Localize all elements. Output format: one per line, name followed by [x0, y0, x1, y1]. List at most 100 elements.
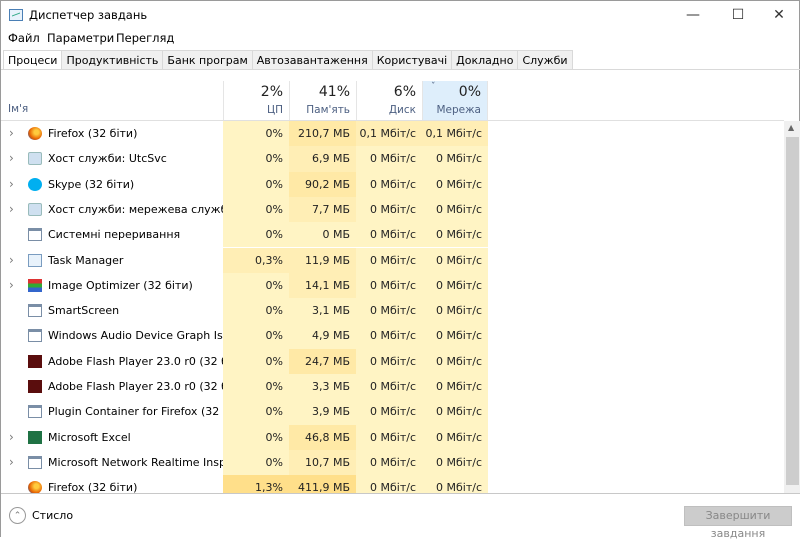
flash-icon: [28, 354, 42, 368]
process-mem: 411,9 МБ: [289, 475, 356, 493]
process-disk: 0 Мбіт/с: [356, 449, 422, 476]
scroll-up-icon[interactable]: ▲: [788, 123, 794, 132]
expand-chevron-icon[interactable]: ›: [9, 197, 14, 221]
process-row[interactable]: SmartScreen 0% 3,1 МБ 0 Мбіт/с 0 Мбіт/с: [1, 298, 784, 324]
process-name: Хост служби: UtcSvc: [48, 152, 167, 166]
scrollbar-thumb[interactable]: [786, 137, 799, 485]
process-row[interactable]: Adobe Flash Player 23.0 r0 (32 біти) 0% 24…: [1, 348, 784, 374]
column-memory[interactable]: 41% Пам'ять: [289, 81, 356, 120]
cpu-total: 2%: [260, 84, 283, 100]
process-name: Системні переривання: [48, 228, 181, 242]
minimize-button[interactable]: —: [673, 1, 713, 29]
expand-chevron-icon[interactable]: ›: [9, 273, 14, 297]
window-title: Диспетчер завдань: [29, 8, 148, 22]
memory-label: Пам'ять: [306, 104, 350, 116]
process-row[interactable]: Windows Audio Device Graph Isol... 0% 4,9 …: [1, 323, 784, 349]
process-cpu: 0%: [223, 374, 289, 400]
tab-app-history[interactable]: Банк програм: [163, 50, 253, 70]
process-mem: 210,7 МБ: [289, 121, 356, 147]
process-row[interactable]: › Image Optimizer (32 біти) 0% 14,1 МБ 0 Мбі…: [1, 272, 784, 299]
tab-startup[interactable]: Автозавантаження: [252, 50, 373, 70]
tab-processes[interactable]: Процеси: [3, 50, 63, 70]
process-cpu: 0%: [223, 348, 289, 374]
process-cpu: 1,3%: [223, 475, 289, 493]
process-name: Firefox (32 біти): [48, 481, 138, 493]
expand-chevron-icon[interactable]: ›: [9, 121, 14, 145]
process-mem: 3,1 МБ: [289, 298, 356, 324]
tab-users[interactable]: Користувачі: [372, 50, 453, 70]
process-name: Skype (32 біти): [48, 177, 135, 191]
memory-total: 41%: [318, 84, 350, 100]
menu-file[interactable]: Файл: [8, 31, 40, 45]
process-row[interactable]: › Task Manager 0,3% 11,9 МБ 0 Мбіт/с 0 Мбіт/с: [1, 247, 784, 273]
tab-bar: Процеси Продуктивність Банк програм Авто…: [3, 50, 573, 70]
process-row[interactable]: › Хост служби: мережева служба ... 0% 7,7 М…: [1, 196, 784, 223]
column-network[interactable]: ˇ 0% Мережа: [422, 81, 488, 120]
process-net: 0 Мбіт/с: [422, 348, 488, 374]
footer: ⌃ Стисло Завершити завдання: [1, 493, 800, 540]
window-icon: [28, 405, 42, 419]
disk-total: 6%: [393, 84, 416, 100]
process-name: Adobe Flash Player 23.0 r0 (32 біти): [48, 380, 249, 393]
process-disk: 0 Мбіт/с: [356, 374, 422, 400]
tab-details[interactable]: Докладно: [452, 50, 519, 70]
chevron-up-icon[interactable]: ⌃: [9, 507, 26, 524]
close-button[interactable]: ✕: [759, 1, 799, 29]
process-mem: 4,9 МБ: [289, 323, 356, 349]
process-disk: 0 Мбіт/с: [356, 196, 422, 223]
process-disk: 0 Мбіт/с: [356, 171, 422, 197]
process-list: › Firefox (32 біти) 0% 210,7 МБ 0,1 Мбіт/с 0,…: [1, 121, 784, 493]
maximize-button[interactable]: ☐: [718, 1, 758, 29]
expand-chevron-icon[interactable]: ›: [9, 450, 14, 474]
vertical-scrollbar[interactable]: ▲: [784, 121, 800, 493]
process-mem: 11,9 МБ: [289, 247, 356, 273]
column-cpu[interactable]: 2% ЦП: [223, 81, 289, 120]
process-name: Microsoft Network Realtime Inspe...: [48, 455, 244, 469]
process-disk: 0 Мбіт/с: [356, 247, 422, 273]
process-cpu: 0%: [223, 298, 289, 324]
tab-services[interactable]: Служби: [518, 50, 573, 70]
expand-chevron-icon[interactable]: ›: [9, 425, 14, 449]
column-header: Ім'я 2% ЦП 41% Пам'ять 6% Диск ˇ 0% Мере…: [1, 81, 784, 121]
firefox-icon: [28, 127, 42, 140]
process-name: Plugin Container for Firefox (32 бі...: [48, 405, 244, 419]
process-row[interactable]: › Хост служби: UtcSvc 0% 6,9 МБ 0 Мбіт/с 0 Мб…: [1, 146, 784, 172]
process-name: Хост служби: мережева служба ...: [48, 202, 249, 216]
process-row[interactable]: › Firefox (32 біти) 0% 210,7 МБ 0,1 Мбіт/с 0,…: [1, 121, 784, 147]
cpu-label: ЦП: [266, 104, 283, 116]
process-mem: 24,7 МБ: [289, 348, 356, 374]
process-net: 0,1 Мбіт/с: [422, 121, 488, 147]
process-row[interactable]: › Skype (32 біти) 0% 90,2 МБ 0 Мбіт/с 0 Мбіт/…: [1, 171, 784, 197]
menu-view[interactable]: Перегляд: [116, 31, 174, 45]
expand-chevron-icon[interactable]: ›: [9, 248, 14, 272]
process-disk: 0,1 Мбіт/с: [356, 121, 422, 147]
end-task-button[interactable]: Завершити завдання: [684, 506, 792, 540]
process-row[interactable]: › Microsoft Excel 0% 46,8 МБ 0 Мбіт/с 0 Мбіт/…: [1, 424, 784, 450]
expand-chevron-icon[interactable]: ›: [9, 146, 14, 170]
expand-chevron-icon[interactable]: ›: [9, 172, 14, 196]
process-mem: 3,9 МБ: [289, 399, 356, 425]
process-net: 0 Мбіт/с: [422, 196, 488, 223]
process-disk: 0 Мбіт/с: [356, 323, 422, 349]
gear-icon: [28, 152, 42, 166]
column-disk[interactable]: 6% Диск: [356, 81, 422, 120]
menu-options[interactable]: Параметри: [47, 31, 114, 45]
process-row[interactable]: Firefox (32 біти) 1,3% 411,9 МБ 0 Мбіт/с 0 М…: [1, 475, 784, 493]
tab-divider: [1, 69, 800, 70]
process-row[interactable]: Adobe Flash Player 23.0 r0 (32 біти) 0% 3,…: [1, 374, 784, 400]
gear-icon: [28, 202, 42, 216]
window-icon: [28, 304, 42, 318]
fewer-details-link[interactable]: Стисло: [32, 509, 73, 522]
process-mem: 46,8 МБ: [289, 424, 356, 450]
process-row[interactable]: Plugin Container for Firefox (32 бі... 0%…: [1, 399, 784, 425]
process-disk: 0 Мбіт/с: [356, 272, 422, 299]
process-row[interactable]: Системні переривання 0% 0 МБ 0 Мбіт/с 0 Мбіт…: [1, 222, 784, 248]
process-net: 0 Мбіт/с: [422, 247, 488, 273]
window-icon: [28, 228, 42, 242]
process-net: 0 Мбіт/с: [422, 272, 488, 299]
column-name[interactable]: Ім'я: [8, 103, 28, 115]
firefox-icon: [28, 481, 42, 493]
flash-icon: [28, 380, 42, 393]
tab-performance[interactable]: Продуктивність: [62, 50, 164, 70]
process-row[interactable]: › Microsoft Network Realtime Inspe... 0% 10…: [1, 449, 784, 476]
